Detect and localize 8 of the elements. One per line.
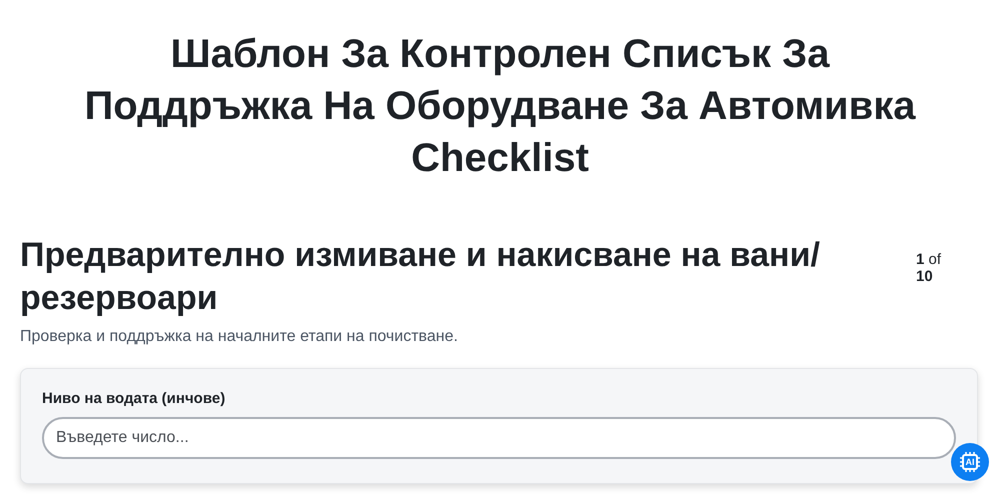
section-description: Проверка и поддръжка на началните етапи на почистване.	[20, 328, 459, 346]
number-input[interactable]: Въведете число...	[42, 417, 956, 459]
ai-button[interactable]: AI	[951, 443, 989, 481]
chip-icon	[958, 450, 982, 474]
page-counter: 1 of 10	[916, 251, 942, 285]
section-heading: Предварително измиване и накисване на вани/резервоари	[20, 235, 821, 319]
field-label: Ниво на водата (инчове)	[42, 390, 226, 407]
page-title: Шаблон За Контролен Списък За Поддръжка На Оборудване За Автомивка Checklist	[83, 31, 917, 182]
